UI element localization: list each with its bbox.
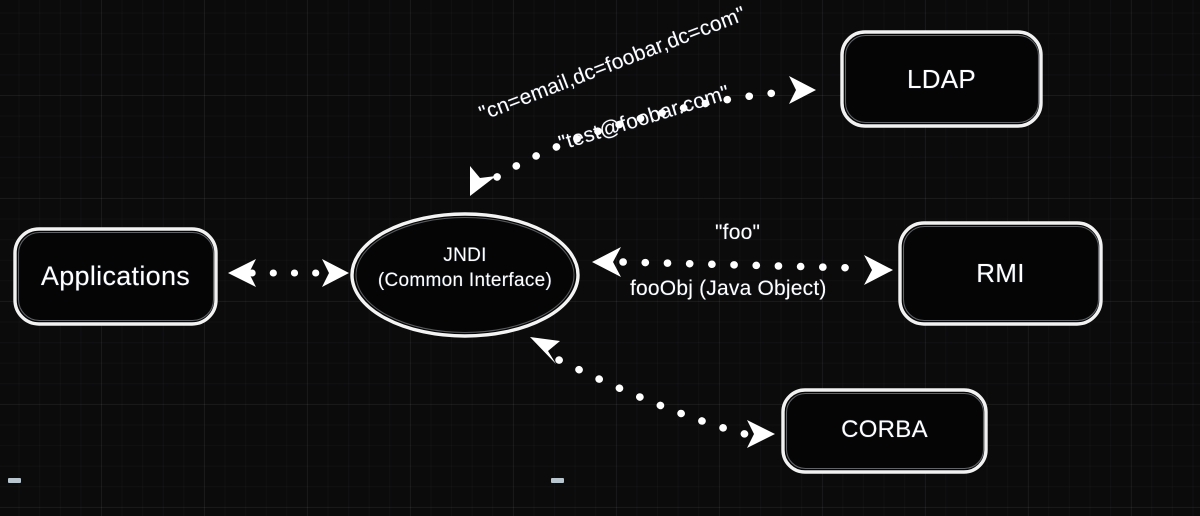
edge-label-rmi-fooobj: fooObj (Java Object)	[630, 277, 827, 300]
edge-label-ldap-dn: "cn=email,dc=foobar,dc=com"	[476, 2, 749, 126]
node-rmi[interactable]	[899, 222, 1102, 325]
tick-mark-center	[551, 478, 564, 483]
node-jndi[interactable]	[352, 214, 578, 336]
node-corba[interactable]	[782, 389, 987, 473]
edge-jndi-ldap	[470, 76, 816, 196]
edge-jndi-rmi	[592, 247, 893, 285]
edge-label-rmi-foo: "foo"	[715, 221, 761, 244]
node-applications[interactable]	[14, 228, 217, 325]
edge-applications-jndi	[228, 259, 349, 287]
diagram-canvas: Applications JNDI (Common Interface) LDA…	[0, 0, 1200, 516]
tick-mark-left	[8, 478, 21, 483]
edge-label-ldap-email: "test@foobar.com"	[556, 81, 733, 155]
edge-jndi-corba	[530, 337, 775, 448]
node-ldap[interactable]	[841, 31, 1042, 127]
